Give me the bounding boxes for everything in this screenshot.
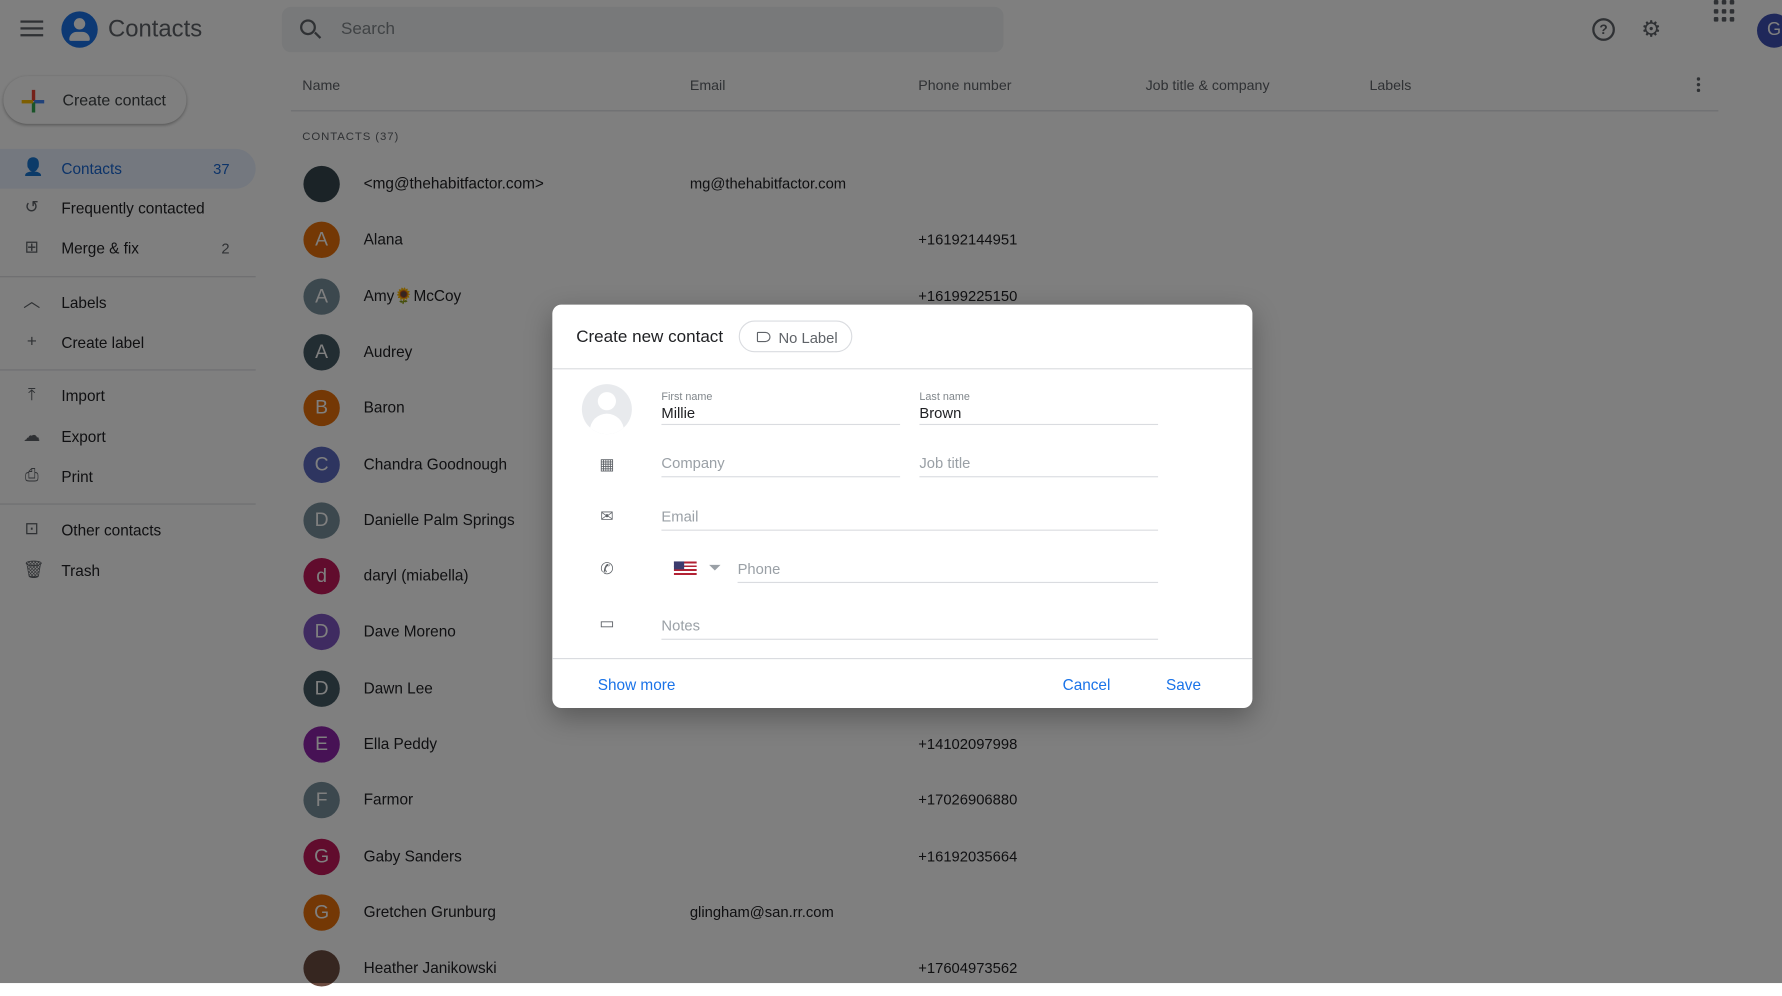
contact-photo-placeholder[interactable] <box>581 384 632 435</box>
phone-field[interactable]: Phone <box>737 551 1159 584</box>
us-flag-icon[interactable] <box>673 561 697 576</box>
job-title-field[interactable]: Job title <box>919 446 1159 478</box>
create-contact-dialog: Create new contact No Label First name M… <box>552 304 1253 709</box>
company-building-icon: ▦ <box>599 454 615 473</box>
email-envelope-icon: ✉ <box>600 506 614 526</box>
divider <box>552 368 1253 370</box>
label-chip-button[interactable]: No Label <box>738 320 853 353</box>
notes-field[interactable]: Notes <box>661 608 1159 640</box>
cancel-button[interactable]: Cancel <box>1063 676 1111 693</box>
phone-icon: ✆ <box>600 559 614 578</box>
notes-icon: ▭ <box>599 613 615 632</box>
label-icon <box>756 331 771 343</box>
save-button[interactable]: Save <box>1166 676 1201 693</box>
last-name-field[interactable]: Last name Brown <box>919 391 1159 426</box>
dialog-title: Create new contact <box>576 327 724 347</box>
divider <box>552 658 1253 660</box>
country-dropdown-icon[interactable] <box>709 564 721 571</box>
email-field[interactable]: Email <box>661 499 1159 531</box>
first-name-field[interactable]: First name Millie <box>661 391 901 426</box>
company-field[interactable]: Company <box>661 446 901 478</box>
show-more-button[interactable]: Show more <box>598 676 676 693</box>
